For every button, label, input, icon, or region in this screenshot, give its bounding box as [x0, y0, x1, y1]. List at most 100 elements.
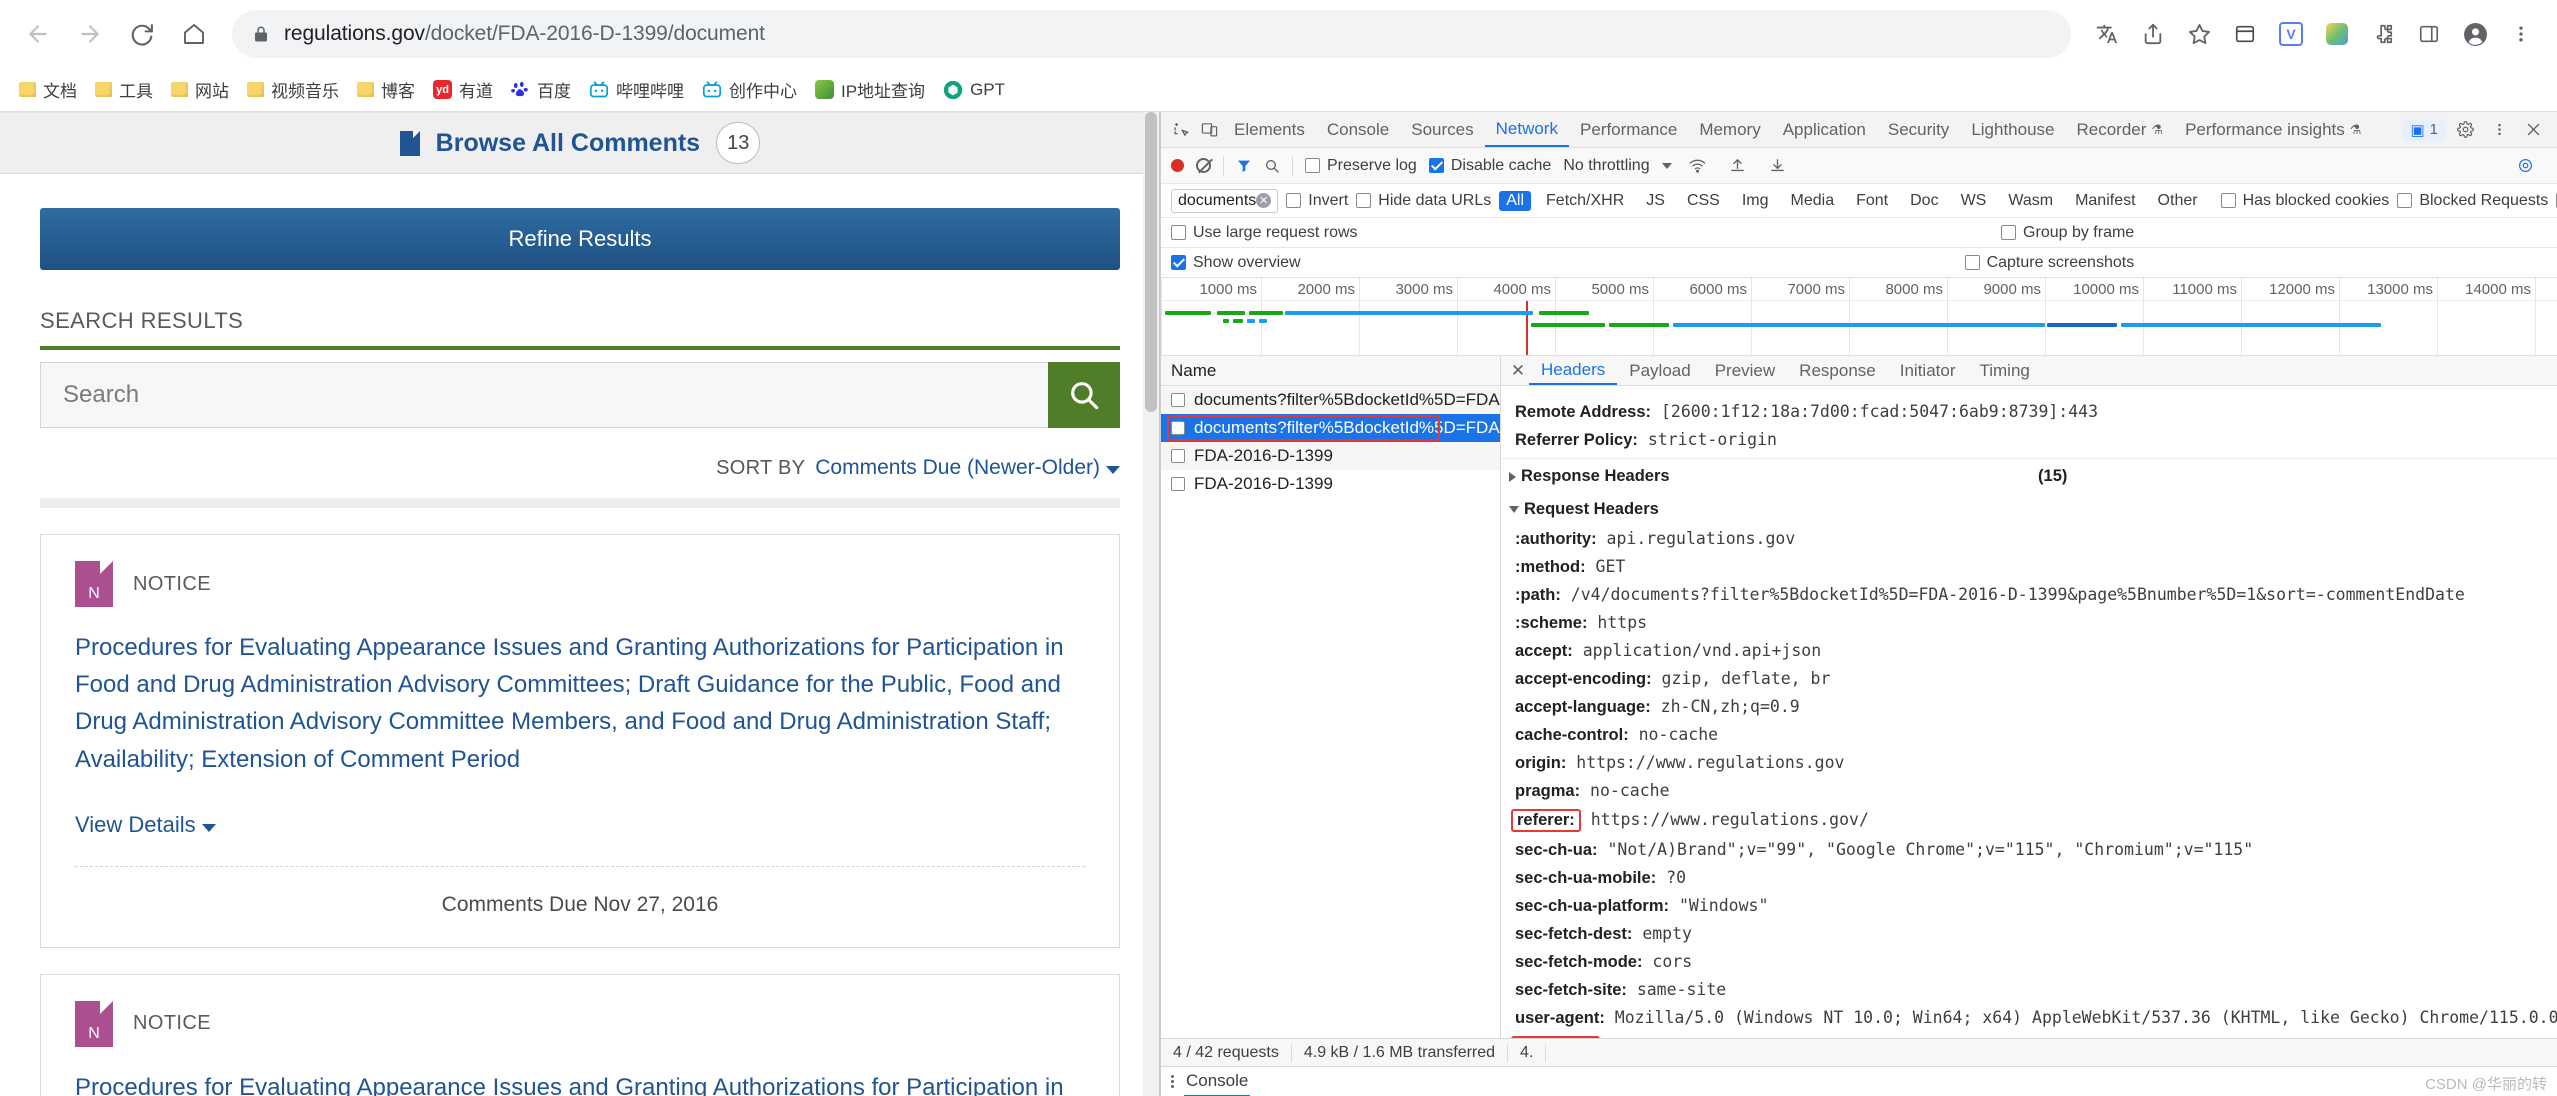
type-filter-css[interactable]: CSS — [1680, 191, 1727, 211]
share-icon[interactable] — [2131, 12, 2175, 56]
response-headers-section[interactable]: Response Headers (15) — [1501, 458, 2557, 492]
settings-gear-icon[interactable] — [2451, 116, 2479, 144]
search-network-icon[interactable] — [1264, 158, 1280, 174]
error-count-badge[interactable]: ▣ 1 — [2403, 118, 2445, 141]
colorful-extension-icon[interactable] — [2315, 12, 2359, 56]
device-toolbar-icon[interactable] — [1195, 116, 1223, 144]
refine-results-button[interactable]: Refine Results — [40, 208, 1120, 270]
kebab-menu-icon[interactable] — [2499, 12, 2543, 56]
view-details-link[interactable]: View Details — [75, 812, 216, 838]
wifi-icon[interactable] — [1684, 152, 1712, 180]
network-overview-timeline[interactable]: 1000 ms 2000 ms 3000 ms 4000 ms 5000 ms … — [1161, 278, 2557, 356]
drawer-kebab-icon[interactable] — [1171, 1075, 1174, 1088]
extension-window-icon[interactable] — [2223, 12, 2267, 56]
type-filter-media[interactable]: Media — [1784, 191, 1842, 211]
devtools-kebab-icon[interactable] — [2485, 116, 2513, 144]
tab-console[interactable]: Console — [1316, 113, 1400, 147]
tab-application[interactable]: Application — [1772, 113, 1877, 147]
tab-performance[interactable]: Performance — [1569, 113, 1688, 147]
network-settings-gear-icon[interactable] — [2511, 152, 2539, 180]
blocked-requests-checkbox[interactable]: Blocked Requests — [2397, 192, 2548, 210]
tab-security[interactable]: Security — [1877, 113, 1960, 147]
tab-recorder[interactable]: Recorder ⚗ — [2066, 113, 2175, 147]
page-scrollbar[interactable] — [1143, 112, 1159, 1096]
tab-network[interactable]: Network — [1484, 113, 1569, 147]
scrollbar-thumb[interactable] — [1145, 112, 1157, 412]
use-large-request-rows-checkbox[interactable]: Use large request rows — [1171, 224, 1358, 242]
bookmark-item[interactable]: IP地址查询 — [806, 73, 934, 106]
detail-tab-timing[interactable]: Timing — [1967, 356, 2041, 385]
drawer-tab-console[interactable]: Console — [1184, 1067, 1251, 1096]
request-row[interactable]: FDA-2016-D-1399 — [1161, 470, 1500, 498]
type-filter-fetch-xhr[interactable]: Fetch/XHR — [1539, 191, 1631, 211]
filter-funnel-icon[interactable] — [1236, 158, 1252, 174]
forward-button[interactable] — [66, 10, 114, 58]
group-by-frame-checkbox[interactable]: Group by frame — [2001, 224, 2134, 242]
detail-tab-response[interactable]: Response — [1787, 356, 1888, 385]
bookmark-item[interactable]: 博客 — [348, 73, 424, 106]
browse-all-comments-bar[interactable]: Browse All Comments 13 — [0, 112, 1159, 174]
card-title-link[interactable]: Procedures for Evaluating Appearance Iss… — [75, 1069, 1085, 1096]
bookmark-item[interactable]: 文档 — [10, 73, 86, 106]
card-title-link[interactable]: Procedures for Evaluating Appearance Iss… — [75, 629, 1085, 778]
tab-sources[interactable]: Sources — [1400, 113, 1484, 147]
type-filter-img[interactable]: Img — [1735, 191, 1776, 211]
reload-button[interactable] — [118, 10, 166, 58]
detail-tab-headers[interactable]: Headers — [1529, 356, 1618, 385]
translate-icon[interactable] — [2085, 12, 2129, 56]
export-har-icon[interactable] — [1764, 152, 1792, 180]
hide-data-urls-checkbox[interactable]: Hide data URLs — [1356, 192, 1491, 210]
bookmark-item[interactable]: 创作中心 — [693, 73, 806, 106]
bookmark-item[interactable]: GPT — [934, 76, 1014, 104]
show-overview-checkbox[interactable]: Show overview — [1171, 254, 1301, 272]
request-headers-section[interactable]: Request Headers — [1501, 492, 2557, 525]
bookmark-item[interactable]: yd 有道 — [424, 73, 502, 106]
bookmark-item[interactable]: 百度 — [502, 73, 580, 106]
bookmark-item[interactable]: 网站 — [162, 73, 238, 106]
sidepanel-icon[interactable] — [2407, 12, 2451, 56]
type-filter-wasm[interactable]: Wasm — [2001, 191, 2060, 211]
tab-memory[interactable]: Memory — [1688, 113, 1771, 147]
tab-lighthouse[interactable]: Lighthouse — [1960, 113, 2065, 147]
type-filter-other[interactable]: Other — [2151, 191, 2205, 211]
invert-checkbox[interactable]: Invert — [1286, 192, 1348, 210]
row-checkbox-icon[interactable] — [1171, 477, 1185, 491]
profile-avatar-icon[interactable] — [2453, 12, 2497, 56]
tab-elements[interactable]: Elements — [1223, 113, 1316, 147]
type-filter-js[interactable]: JS — [1639, 191, 1672, 211]
preserve-log-checkbox[interactable]: Preserve log — [1305, 157, 1417, 175]
request-row[interactable]: documents?filter%5BdocketId%5D=FDA-2016.… — [1161, 386, 1500, 414]
type-filter-all[interactable]: All — [1499, 190, 1532, 211]
clear-filter-icon[interactable]: ✕ — [1256, 193, 1272, 208]
bookmark-star-icon[interactable] — [2177, 12, 2221, 56]
record-button-icon[interactable] — [1171, 159, 1184, 172]
filter-input[interactable]: documents ✕ — [1171, 188, 1279, 213]
import-har-icon[interactable] — [1724, 152, 1752, 180]
headers-scroll-area[interactable]: Remote Address: [2600:1f12:18a:7d00:fcad… — [1501, 386, 2557, 1038]
request-row[interactable]: FDA-2016-D-1399 — [1161, 442, 1500, 470]
has-blocked-cookies-checkbox[interactable]: Has blocked cookies — [2220, 192, 2389, 210]
detail-tab-payload[interactable]: Payload — [1617, 356, 1702, 385]
close-detail-icon[interactable]: ✕ — [1507, 360, 1529, 382]
capture-screenshots-checkbox[interactable]: Capture screenshots — [1964, 254, 2134, 272]
back-button[interactable] — [14, 10, 62, 58]
detail-tab-initiator[interactable]: Initiator — [1888, 356, 1968, 385]
request-row[interactable]: documents?filter%5BdocketId%5D=FDA-2016.… — [1161, 414, 1500, 442]
inspect-element-icon[interactable] — [1167, 116, 1195, 144]
throttling-dropdown[interactable]: No throttling — [1563, 157, 1672, 175]
address-bar[interactable]: regulations.gov/docket/FDA-2016-D-1399/d… — [232, 10, 2071, 58]
detail-tab-preview[interactable]: Preview — [1703, 356, 1787, 385]
sort-by-dropdown[interactable]: Comments Due (Newer-Older) — [815, 456, 1120, 480]
v-extension-icon[interactable]: V — [2269, 12, 2313, 56]
row-checkbox-icon[interactable] — [1171, 393, 1185, 407]
search-button[interactable] — [1048, 362, 1120, 428]
row-checkbox-icon[interactable] — [1171, 449, 1185, 463]
type-filter-manifest[interactable]: Manifest — [2068, 191, 2142, 211]
home-button[interactable] — [170, 10, 218, 58]
type-filter-ws[interactable]: WS — [1954, 191, 1994, 211]
puzzle-icon[interactable] — [2361, 12, 2405, 56]
clear-network-log-icon[interactable] — [1196, 158, 1211, 173]
type-filter-font[interactable]: Font — [1849, 191, 1895, 211]
tab-performance-insights[interactable]: Performance insights ⚗ — [2174, 113, 2372, 147]
disable-cache-checkbox[interactable]: Disable cache — [1428, 157, 1551, 175]
